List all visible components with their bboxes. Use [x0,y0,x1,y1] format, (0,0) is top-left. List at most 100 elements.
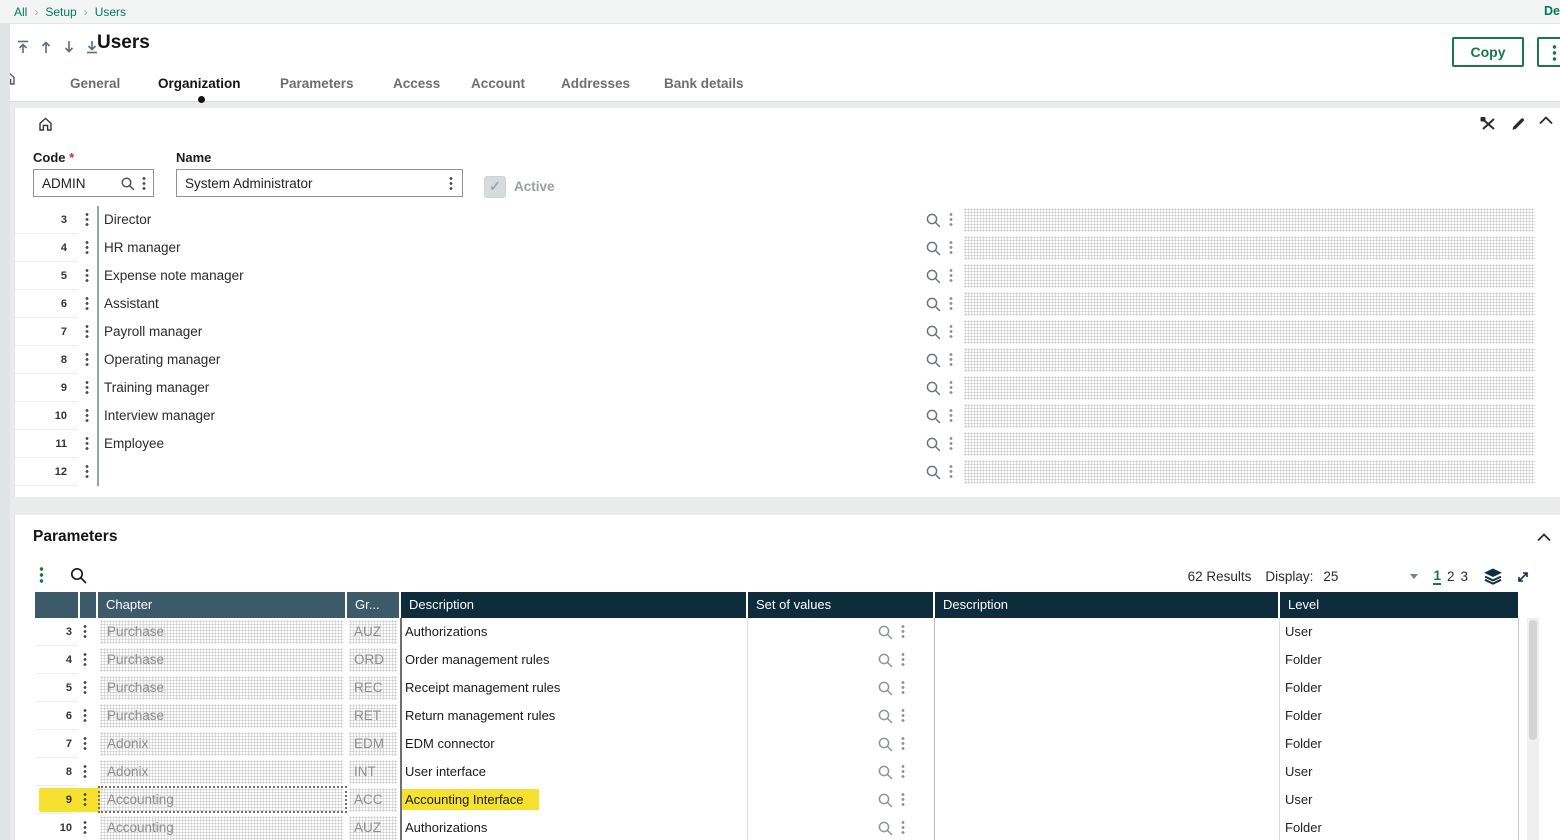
row-kebab-icon[interactable] [83,708,87,724]
row-kebab-icon[interactable] [83,820,87,836]
collapse-section-icon[interactable] [1539,116,1553,132]
lookup-search-icon[interactable] [877,792,894,809]
section-home-icon[interactable] [37,116,54,133]
cell-kebab-icon[interactable] [949,296,953,312]
next-record-icon[interactable] [61,39,77,55]
row-kebab-icon[interactable] [85,436,89,452]
lookup-search-icon[interactable] [877,820,894,837]
active-checkbox[interactable]: ✓ [484,176,506,198]
cell-kebab-icon[interactable] [949,240,953,256]
previous-record-icon[interactable] [38,39,54,55]
code-input[interactable]: ADMIN [33,169,154,197]
lookup-search-icon[interactable] [925,240,942,257]
header-chapter[interactable]: Chapter [98,592,345,618]
row-kebab-icon[interactable] [83,736,87,752]
cell-kebab-icon[interactable] [949,212,953,228]
lookup-search-icon[interactable] [877,624,894,641]
page-1[interactable]: 1 [1433,568,1441,585]
tab-parameters[interactable]: Parameters [280,76,354,91]
row-kebab-icon[interactable] [85,324,89,340]
grid-menu-kebab-icon[interactable] [39,566,44,584]
scrollbar-thumb[interactable] [1529,620,1537,740]
row-kebab-icon[interactable] [83,680,87,696]
page-scrollbar[interactable] [0,24,10,840]
lookup-search-icon[interactable] [925,268,942,285]
field-kebab-icon[interactable] [449,176,453,192]
lookup-search-icon[interactable] [925,436,942,453]
level-cell: Folder [1285,814,1322,840]
row-kebab-icon[interactable] [85,380,89,396]
row-kebab-icon[interactable] [85,296,89,312]
cell-kebab-icon[interactable] [901,764,905,780]
field-kebab-icon[interactable] [142,176,146,192]
tab-account[interactable]: Account [471,76,525,91]
lookup-search-icon[interactable] [925,324,942,341]
tab-bank-details[interactable]: Bank details [664,76,744,91]
name-input[interactable]: System Administrator [176,169,463,197]
expand-icon[interactable] [1515,569,1531,585]
lookup-search-icon[interactable] [877,652,894,669]
cell-kebab-icon[interactable] [949,268,953,284]
tab-organization[interactable]: Organization [158,76,241,91]
breadcrumb-users[interactable]: Users [95,5,126,19]
cell-kebab-icon[interactable] [949,464,953,480]
copy-button[interactable]: Copy [1452,37,1524,67]
cell-kebab-icon[interactable] [949,408,953,424]
collapse-section-icon[interactable] [1537,533,1551,542]
top-right-truncated-link[interactable]: De [1544,4,1560,18]
header-level[interactable]: Level [1280,592,1518,618]
row-kebab-icon[interactable] [85,212,89,228]
row-kebab-icon[interactable] [83,792,87,808]
row-kebab-icon[interactable] [85,268,89,284]
row-kebab-icon[interactable] [85,408,89,424]
cell-kebab-icon[interactable] [901,624,905,640]
lookup-search-icon[interactable] [877,736,894,753]
cell-kebab-icon[interactable] [901,792,905,808]
cell-kebab-icon[interactable] [949,324,953,340]
lookup-search-icon[interactable] [877,680,894,697]
display-value[interactable]: 25 [1323,569,1338,584]
chevron-down-icon[interactable] [1410,574,1418,579]
breadcrumb-setup[interactable]: Setup [45,5,76,19]
header-description-2[interactable]: Description [935,592,1278,618]
row-kebab-icon[interactable] [85,464,89,480]
lookup-search-icon[interactable] [925,296,942,313]
table-scrollbar[interactable] [1527,618,1539,840]
tab-addresses[interactable]: Addresses [561,76,630,91]
cell-kebab-icon[interactable] [949,352,953,368]
lookup-search-icon[interactable] [877,764,894,781]
header-group[interactable]: Gr... [347,592,399,618]
cell-kebab-icon[interactable] [901,708,905,724]
cell-kebab-icon[interactable] [901,652,905,668]
cell-kebab-icon[interactable] [901,736,905,752]
cell-kebab-icon[interactable] [901,820,905,836]
row-kebab-icon[interactable] [83,764,87,780]
lookup-search-icon[interactable] [925,380,942,397]
lookup-search-icon[interactable] [925,408,942,425]
page-3[interactable]: 3 [1460,569,1468,584]
grid-search-icon[interactable] [69,566,88,585]
edit-pencil-icon[interactable] [1510,116,1526,132]
header-description[interactable]: Description [401,592,746,618]
cell-kebab-icon[interactable] [949,380,953,396]
breadcrumb-all[interactable]: All [14,5,27,19]
first-record-icon[interactable] [15,39,31,55]
row-kebab-icon[interactable] [83,624,87,640]
customize-tools-icon[interactable] [1479,116,1497,132]
lookup-search-icon[interactable] [925,464,942,481]
lookup-search-icon[interactable] [925,212,942,229]
row-kebab-icon[interactable] [83,652,87,668]
header-set-of-values[interactable]: Set of values [748,592,933,618]
cell-kebab-icon[interactable] [901,680,905,696]
row-kebab-icon[interactable] [85,240,89,256]
search-icon[interactable] [120,176,136,192]
tab-access[interactable]: Access [393,76,440,91]
row-kebab-icon[interactable] [85,352,89,368]
more-actions-button[interactable] [1537,37,1560,67]
layers-icon[interactable] [1483,568,1503,585]
lookup-search-icon[interactable] [925,352,942,369]
cell-kebab-icon[interactable] [949,436,953,452]
page-2[interactable]: 2 [1447,569,1455,584]
tab-general[interactable]: General [70,76,120,91]
lookup-search-icon[interactable] [877,708,894,725]
